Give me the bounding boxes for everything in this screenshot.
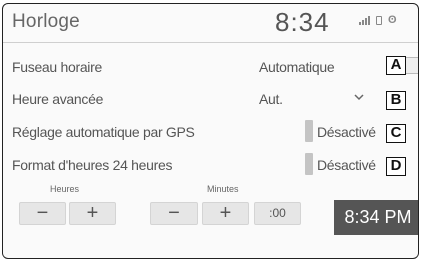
- 24h-format-row[interactable]: Format d'heures 24 heures Désactivé D: [3, 150, 418, 181]
- gps-auto-label: Réglage automatique par GPS: [12, 124, 195, 140]
- minutes-minus-button[interactable]: −: [150, 202, 198, 225]
- daylight-saving-row[interactable]: Heure avancée Aut. B: [3, 84, 418, 115]
- gps-auto-value: Désactivé: [317, 124, 376, 140]
- clock-settings-screen: Horloge 8:34 ʘ Fuseau horaire Automatiqu…: [2, 3, 419, 259]
- gps-toggle-indicator[interactable]: [305, 120, 313, 142]
- daylight-saving-value: Aut.: [259, 91, 283, 107]
- daylight-saving-label: Heure avancée: [12, 91, 104, 107]
- callout-marker-d: D: [386, 157, 406, 176]
- callout-marker-c: C: [386, 124, 406, 143]
- hours-minus-button[interactable]: −: [19, 202, 66, 225]
- header-bar: Horloge 8:34 ʘ: [3, 4, 418, 42]
- callout-marker-a: A: [386, 56, 406, 75]
- phone-icon: [376, 16, 382, 25]
- 24h-format-value: Désactivé: [317, 157, 376, 173]
- divider: [3, 42, 418, 43]
- callout-marker-b: B: [386, 91, 406, 110]
- hours-label: Heures: [50, 184, 80, 194]
- page-title: Horloge: [12, 11, 80, 32]
- timezone-label: Fuseau horaire: [12, 59, 102, 75]
- reset-minutes-button[interactable]: :00: [254, 202, 301, 225]
- timezone-value: Automatique: [259, 59, 335, 75]
- status-clock: 8:34: [275, 7, 330, 37]
- signal-icon: [359, 15, 370, 25]
- chevron-down-icon: [354, 94, 364, 101]
- gps-auto-row[interactable]: Réglage automatique par GPS Désactivé C: [3, 117, 418, 148]
- minutes-label: Minutes: [207, 184, 239, 194]
- hours-plus-button[interactable]: +: [69, 202, 116, 225]
- bluetooth-icon: ʘ: [388, 14, 397, 26]
- timezone-row[interactable]: Fuseau horaire Automatique A: [3, 52, 418, 83]
- row-arrow-icon: [406, 57, 418, 74]
- 24h-toggle-indicator[interactable]: [305, 153, 313, 175]
- minutes-plus-button[interactable]: +: [202, 202, 249, 225]
- 24h-format-label: Format d'heures 24 heures: [12, 157, 173, 173]
- current-time-display: 8:34 PM: [334, 200, 418, 235]
- status-icons: ʘ: [359, 14, 397, 26]
